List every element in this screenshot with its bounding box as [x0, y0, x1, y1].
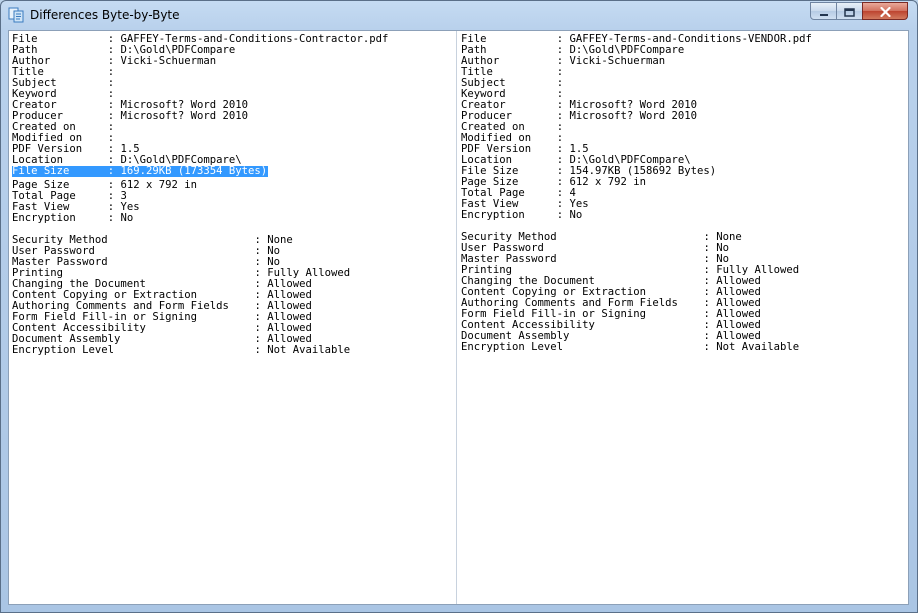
pane-divider[interactable]	[456, 31, 457, 604]
right-document-pane[interactable]: File: GAFFEY-Terms-and-Conditions-VENDOR.…	[458, 31, 908, 604]
property-value: Vicki-Schuerman	[569, 55, 666, 67]
property-value: 169.29KB (173354 Bytes)	[120, 165, 268, 177]
property-key: Encryption Level	[461, 341, 564, 353]
compare-documents-icon	[8, 7, 24, 23]
property-value: No	[120, 212, 134, 224]
property-value: Microsoft? Word 2010	[120, 110, 249, 122]
property-value: Not Available	[267, 344, 351, 356]
selected-property-row[interactable]: File Size:169.29KB (173354 Bytes)	[12, 165, 269, 177]
property-value: 612 x 792 in	[120, 179, 198, 191]
app-window: Differences Byte-by-Byte File: GAFFEY-Ter…	[0, 0, 918, 613]
property-key: File Size	[12, 165, 70, 177]
separator-colon: :	[107, 212, 115, 224]
close-icon	[879, 2, 891, 21]
window-title: Differences Byte-by-Byte	[30, 8, 180, 22]
property-value: Microsoft? Word 2010	[569, 110, 698, 122]
separator-colon: :	[556, 209, 564, 221]
property-row[interactable]: Encryption: No	[12, 213, 268, 224]
comparison-view: File: GAFFEY-Terms-and-Conditions-Contrac…	[8, 30, 909, 605]
separator-colon: :	[107, 165, 115, 177]
minimize-icon	[819, 2, 829, 21]
property-row[interactable]: Author: Vicki-Schuerman	[12, 56, 268, 67]
property-key: Encryption	[12, 212, 76, 224]
property-key: Encryption	[461, 209, 525, 221]
property-value: Vicki-Schuerman	[120, 55, 217, 67]
property-value: Not Available	[716, 341, 800, 353]
minimize-button[interactable]	[810, 2, 837, 20]
security-row[interactable]: Encryption Level: Not Available	[12, 344, 350, 356]
property-key: Encryption Level	[12, 344, 115, 356]
maximize-button[interactable]	[836, 2, 863, 20]
maximize-icon	[844, 2, 855, 21]
left-properties-text[interactable]: File: GAFFEY-Terms-and-Conditions-Contrac…	[12, 34, 388, 356]
title-bar[interactable]: Differences Byte-by-Byte	[1, 1, 917, 30]
property-value: 612 x 792 in	[569, 176, 647, 188]
left-document-pane[interactable]: File: GAFFEY-Terms-and-Conditions-Contrac…	[9, 31, 457, 604]
property-value: No	[569, 209, 583, 221]
close-button[interactable]	[862, 2, 908, 20]
separator-colon: :	[703, 341, 710, 353]
separator-colon: :	[254, 344, 261, 356]
